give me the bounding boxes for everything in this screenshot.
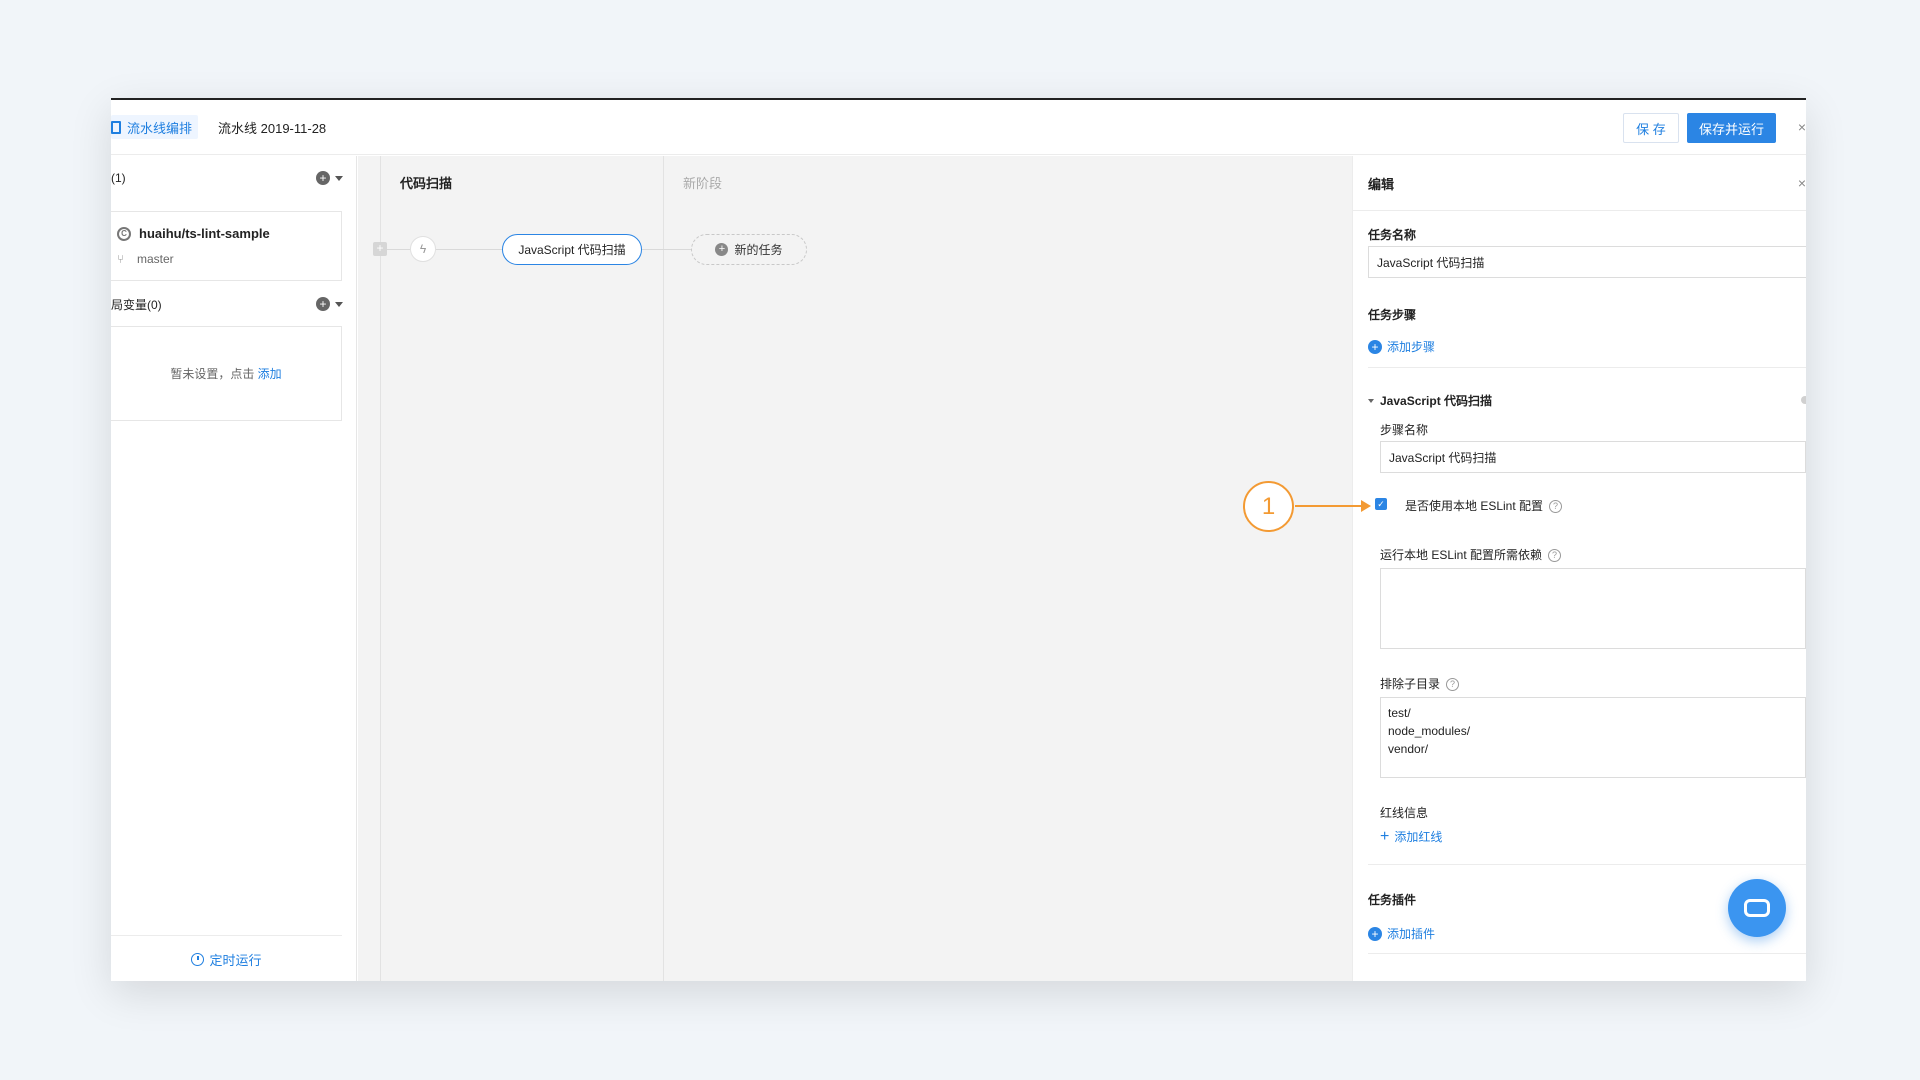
chat-icon [1744, 899, 1770, 917]
divider [1368, 367, 1806, 368]
stage-divider [380, 156, 381, 981]
stage-divider [663, 156, 664, 981]
schedule-button[interactable]: 定时运行 [111, 935, 342, 981]
plus-circle-icon: + [715, 243, 729, 256]
save-and-run-button[interactable]: 保存并运行 [1686, 113, 1776, 143]
task-name-label: 任务名称 [1368, 228, 1417, 242]
document-icon [111, 120, 121, 134]
branch-name: master [137, 252, 174, 266]
vars-empty-state: 暂未设置，点击 添加 [111, 365, 341, 382]
use-local-eslint-label: 是否使用本地 ESLint 配置? [1405, 497, 1563, 514]
use-local-eslint-text: 是否使用本地 ESLint 配置 [1405, 499, 1544, 513]
new-stage-title[interactable]: 新阶段 [683, 173, 722, 192]
chat-button[interactable] [1728, 879, 1786, 937]
schedule-label: 定时运行 [209, 953, 262, 968]
deps-label: 运行本地 ESLint 配置所需依赖? [1380, 546, 1562, 563]
source-section-header: (1) + [111, 168, 346, 188]
repo-icon: C [117, 226, 131, 241]
plus-circle-icon: + [1368, 926, 1382, 941]
add-var-icon[interactable]: + [316, 297, 330, 311]
lightning-icon[interactable]: ϟ [410, 236, 436, 262]
breadcrumb[interactable]: 流水线编排 [111, 115, 199, 139]
stage-title[interactable]: 代码扫描 [400, 173, 452, 192]
step-name-label: 步骤名称 [1380, 423, 1429, 437]
divider [1368, 864, 1806, 865]
breadcrumb-label: 流水线编排 [127, 120, 193, 136]
branch-icon: ⑂ [117, 252, 125, 266]
app-window: 流水线编排 流水线 2019-11-28 保 存 保存并运行 × (1) + C… [111, 98, 1806, 981]
step-menu-icon[interactable] [1801, 396, 1806, 404]
task-node-js-scan[interactable]: JavaScript 代码扫描 [502, 234, 642, 265]
use-local-eslint-checkbox[interactable]: ✓ [1375, 498, 1387, 510]
top-bar: 流水线编排 流水线 2019-11-28 保 存 保存并运行 × [111, 100, 1806, 155]
step-title: JavaScript 代码扫描 [1380, 394, 1493, 408]
plugins-label: 任务插件 [1368, 893, 1417, 907]
add-var-link[interactable]: 添加 [258, 367, 282, 381]
vars-section-header: 局变量(0) + [111, 294, 346, 314]
close-icon[interactable]: × [1798, 175, 1806, 191]
plus-circle-icon: + [1368, 339, 1382, 354]
exclude-textarea[interactable]: test/ node_modules/ vendor/ [1380, 697, 1806, 778]
exclude-text: 排除子目录 [1380, 677, 1441, 691]
caret-down-icon[interactable] [335, 175, 343, 181]
add-plugin-button[interactable]: + 添加插件 [1368, 925, 1435, 942]
annotation-line [1295, 505, 1365, 507]
deps-text: 运行本地 ESLint 配置所需依赖 [1380, 548, 1543, 562]
vars-empty-text: 暂未设置，点击 [170, 367, 255, 381]
step-header[interactable]: JavaScript 代码扫描 [1368, 392, 1492, 409]
close-icon[interactable]: × [1798, 119, 1806, 135]
help-icon[interactable]: ? [1548, 549, 1562, 563]
add-redline-button[interactable]: + 添加红线 [1380, 828, 1442, 845]
caret-down-icon[interactable] [335, 301, 343, 307]
connector-line [642, 249, 691, 250]
add-parallel-icon[interactable]: + [373, 242, 387, 256]
vars-card: 暂未设置，点击 添加 [111, 326, 342, 421]
step-name-input[interactable]: JavaScript 代码扫描 [1380, 441, 1806, 473]
annotation-arrow-icon [1361, 500, 1371, 512]
vars-header-label: 局变量(0) [111, 297, 162, 312]
caret-down-icon [1368, 398, 1374, 403]
add-redline-label: 添加红线 [1394, 830, 1443, 844]
connector-line [387, 249, 410, 250]
task-name-input[interactable]: JavaScript 代码扫描 [1368, 246, 1806, 278]
editor-header: 编辑 × [1353, 156, 1806, 211]
top-actions: 保 存 保存并运行 [1622, 113, 1776, 143]
repo-name: huaihu/ts-lint-sample [139, 226, 270, 241]
add-source-icon[interactable]: + [316, 171, 330, 185]
editor-panel: 编辑 × 任务名称 JavaScript 代码扫描 任务步骤 + 添加步骤 Ja… [1352, 156, 1806, 981]
editor-title: 编辑 [1368, 176, 1395, 192]
save-button[interactable]: 保 存 [1622, 113, 1679, 143]
clock-icon [191, 953, 205, 966]
add-step-label: 添加步骤 [1387, 340, 1436, 354]
new-task-button[interactable]: + 新的任务 [691, 234, 807, 265]
connector-line [436, 249, 502, 250]
repo-card[interactable]: C huaihu/ts-lint-sample ⑂ master [111, 211, 342, 281]
help-icon[interactable]: ? [1549, 500, 1563, 514]
add-plugin-label: 添加插件 [1387, 927, 1436, 941]
add-step-button[interactable]: + 添加步骤 [1368, 338, 1435, 355]
deps-textarea[interactable] [1380, 568, 1806, 649]
new-task-label: 新的任务 [734, 243, 783, 257]
source-header-label: (1) [111, 171, 126, 185]
help-icon[interactable]: ? [1446, 678, 1460, 692]
left-panel: (1) + C huaihu/ts-lint-sample ⑂ master 局… [111, 156, 357, 981]
divider [1368, 953, 1806, 954]
redline-label: 红线信息 [1380, 806, 1429, 820]
annotation-marker: 1 [1243, 481, 1294, 532]
pipeline-title: 流水线 2019-11-28 [218, 120, 327, 136]
task-steps-label: 任务步骤 [1368, 308, 1417, 322]
exclude-label: 排除子目录? [1380, 675, 1460, 692]
pipeline-canvas: 代码扫描 新阶段 + ϟ JavaScript 代码扫描 + 新的任务 [358, 156, 1352, 981]
plus-icon: + [1380, 827, 1390, 845]
